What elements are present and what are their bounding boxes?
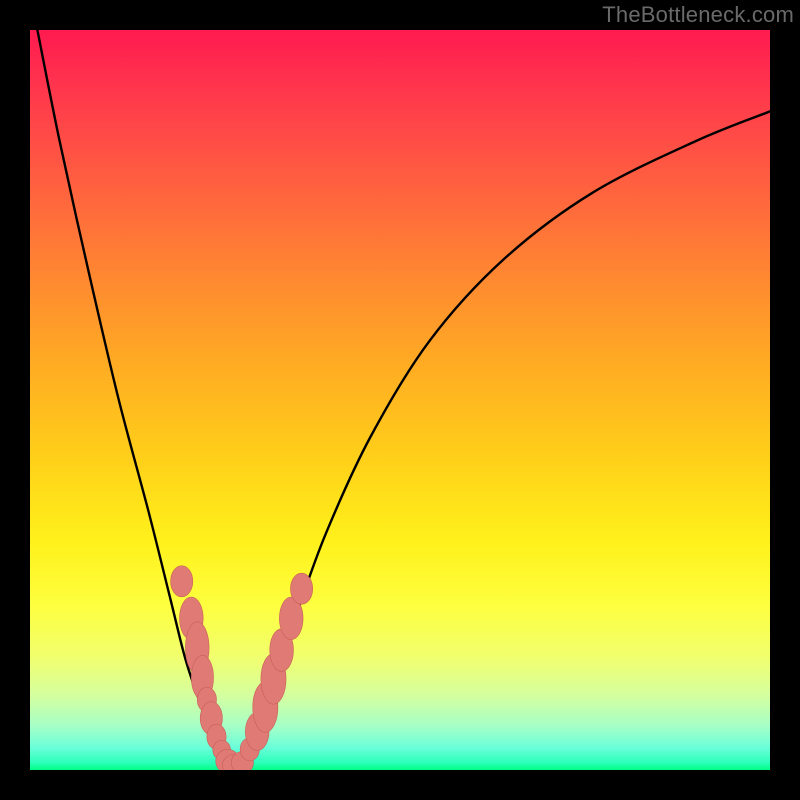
plot-area — [30, 30, 770, 770]
highlight-marker — [290, 573, 312, 604]
watermark-text: TheBottleneck.com — [602, 2, 794, 28]
chart-frame: TheBottleneck.com — [0, 0, 800, 800]
marker-group — [171, 566, 313, 770]
curve-layer — [30, 30, 770, 770]
bottleneck-curve — [37, 30, 770, 766]
highlight-marker — [171, 566, 193, 597]
